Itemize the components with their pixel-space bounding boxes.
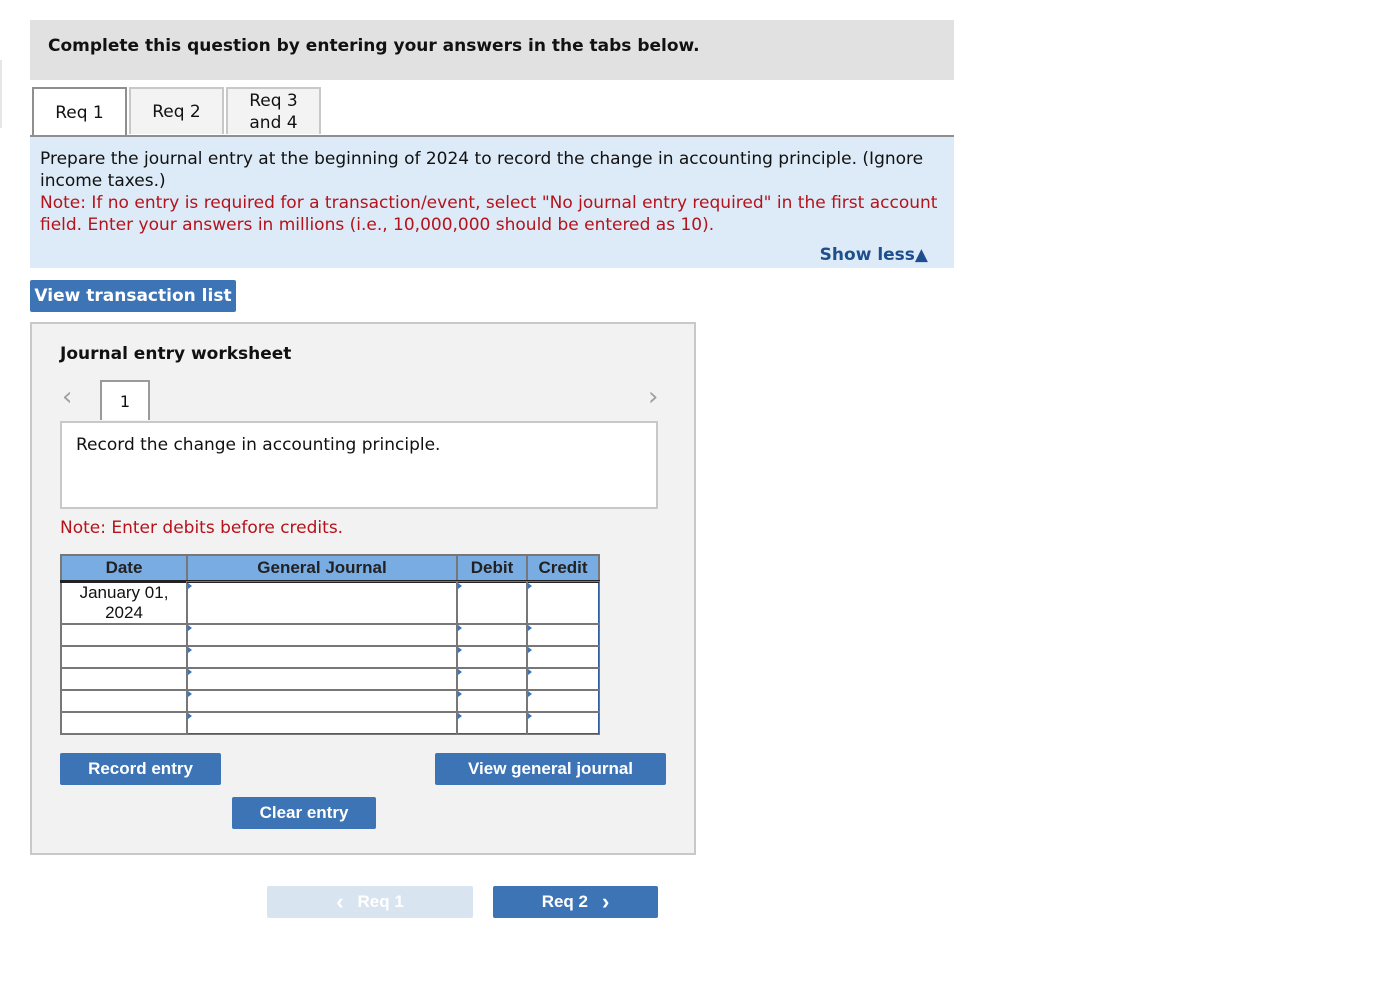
table-row bbox=[60, 645, 600, 669]
column-header-credit: Credit bbox=[526, 554, 600, 583]
debits-note: Note: Enter debits before credits. bbox=[60, 518, 344, 538]
show-less-link[interactable]: Show less▲ bbox=[820, 245, 928, 265]
date-cell bbox=[60, 711, 188, 735]
debit-input[interactable] bbox=[456, 580, 528, 625]
debit-input[interactable] bbox=[456, 667, 528, 691]
tab-label-line2: and 4 bbox=[249, 112, 298, 133]
credit-input[interactable] bbox=[526, 645, 600, 669]
chevron-left-icon: ‹ bbox=[336, 889, 344, 914]
date-cell bbox=[60, 623, 188, 647]
instructions-text: Complete this question by entering your … bbox=[48, 36, 700, 56]
date-cell bbox=[60, 645, 188, 669]
view-transaction-list-button[interactable]: View transaction list bbox=[30, 280, 236, 312]
journal-entry-worksheet: Journal entry worksheet ‹ › 1 Record the… bbox=[30, 322, 696, 855]
tab-label: Req 2 bbox=[152, 101, 201, 122]
debit-input[interactable] bbox=[456, 623, 528, 647]
tab-req-3-and-4[interactable]: Req 3 and 4 bbox=[226, 87, 321, 134]
entry-page-number: 1 bbox=[119, 391, 131, 411]
entry-description-box: Record the change in accounting principl… bbox=[60, 421, 658, 509]
table-row: January 01, 2024 bbox=[60, 580, 600, 625]
prev-entry-chevron-icon[interactable]: ‹ bbox=[62, 384, 72, 410]
instructions-banner: Complete this question by entering your … bbox=[30, 20, 954, 80]
date-line1: January 01, bbox=[79, 583, 169, 602]
tab-req-1[interactable]: Req 1 bbox=[32, 87, 127, 136]
prev-req-label: Req 1 bbox=[357, 892, 404, 911]
left-edge-bar bbox=[0, 60, 2, 128]
credit-input[interactable] bbox=[526, 689, 600, 713]
next-req-button[interactable]: Req 2 › bbox=[493, 886, 658, 918]
view-general-journal-button[interactable]: View general journal bbox=[435, 753, 666, 785]
account-input[interactable] bbox=[186, 689, 458, 713]
account-input[interactable] bbox=[186, 711, 458, 735]
worksheet-title: Journal entry worksheet bbox=[60, 344, 292, 364]
debit-input[interactable] bbox=[456, 645, 528, 669]
credit-input[interactable] bbox=[526, 623, 600, 647]
date-line2: 2024 bbox=[105, 603, 143, 622]
next-req-label: Req 2 bbox=[541, 892, 588, 911]
credit-input[interactable] bbox=[526, 711, 600, 735]
column-header-debit: Debit bbox=[456, 554, 528, 583]
journal-header-row: Date General Journal Debit Credit bbox=[60, 554, 600, 583]
prompt-text: Prepare the journal entry at the beginni… bbox=[40, 149, 924, 191]
table-row bbox=[60, 667, 600, 691]
date-cell bbox=[60, 689, 188, 713]
table-row bbox=[60, 623, 600, 647]
clear-entry-button[interactable]: Clear entry bbox=[232, 797, 376, 829]
tab-label-line1: Req 3 bbox=[249, 90, 298, 111]
record-entry-button[interactable]: Record entry bbox=[60, 753, 221, 785]
tab-label: Req 1 bbox=[55, 102, 104, 123]
column-header-general-journal: General Journal bbox=[186, 554, 458, 583]
date-cell: January 01, 2024 bbox=[60, 580, 188, 625]
journal-table: Date General Journal Debit Credit Januar… bbox=[60, 554, 600, 735]
date-cell bbox=[60, 667, 188, 691]
account-input[interactable] bbox=[186, 623, 458, 647]
table-row bbox=[60, 689, 600, 713]
debit-input[interactable] bbox=[456, 689, 528, 713]
question-prompt: Prepare the journal entry at the beginni… bbox=[30, 137, 954, 268]
account-input[interactable] bbox=[186, 645, 458, 669]
next-entry-chevron-icon[interactable]: › bbox=[648, 384, 658, 410]
entry-page-tab-1[interactable]: 1 bbox=[100, 380, 150, 420]
prompt-note: Note: If no entry is required for a tran… bbox=[40, 193, 938, 235]
entry-description: Record the change in accounting principl… bbox=[76, 435, 441, 455]
account-input[interactable] bbox=[186, 667, 458, 691]
chevron-right-icon: › bbox=[601, 889, 610, 914]
tab-req-2[interactable]: Req 2 bbox=[129, 87, 224, 134]
prev-req-button[interactable]: ‹ Req 1 bbox=[267, 886, 473, 918]
account-input[interactable] bbox=[186, 580, 458, 625]
debit-input[interactable] bbox=[456, 711, 528, 735]
credit-input[interactable] bbox=[526, 580, 600, 625]
credit-input[interactable] bbox=[526, 667, 600, 691]
table-row bbox=[60, 711, 600, 735]
column-header-date: Date bbox=[60, 554, 188, 583]
